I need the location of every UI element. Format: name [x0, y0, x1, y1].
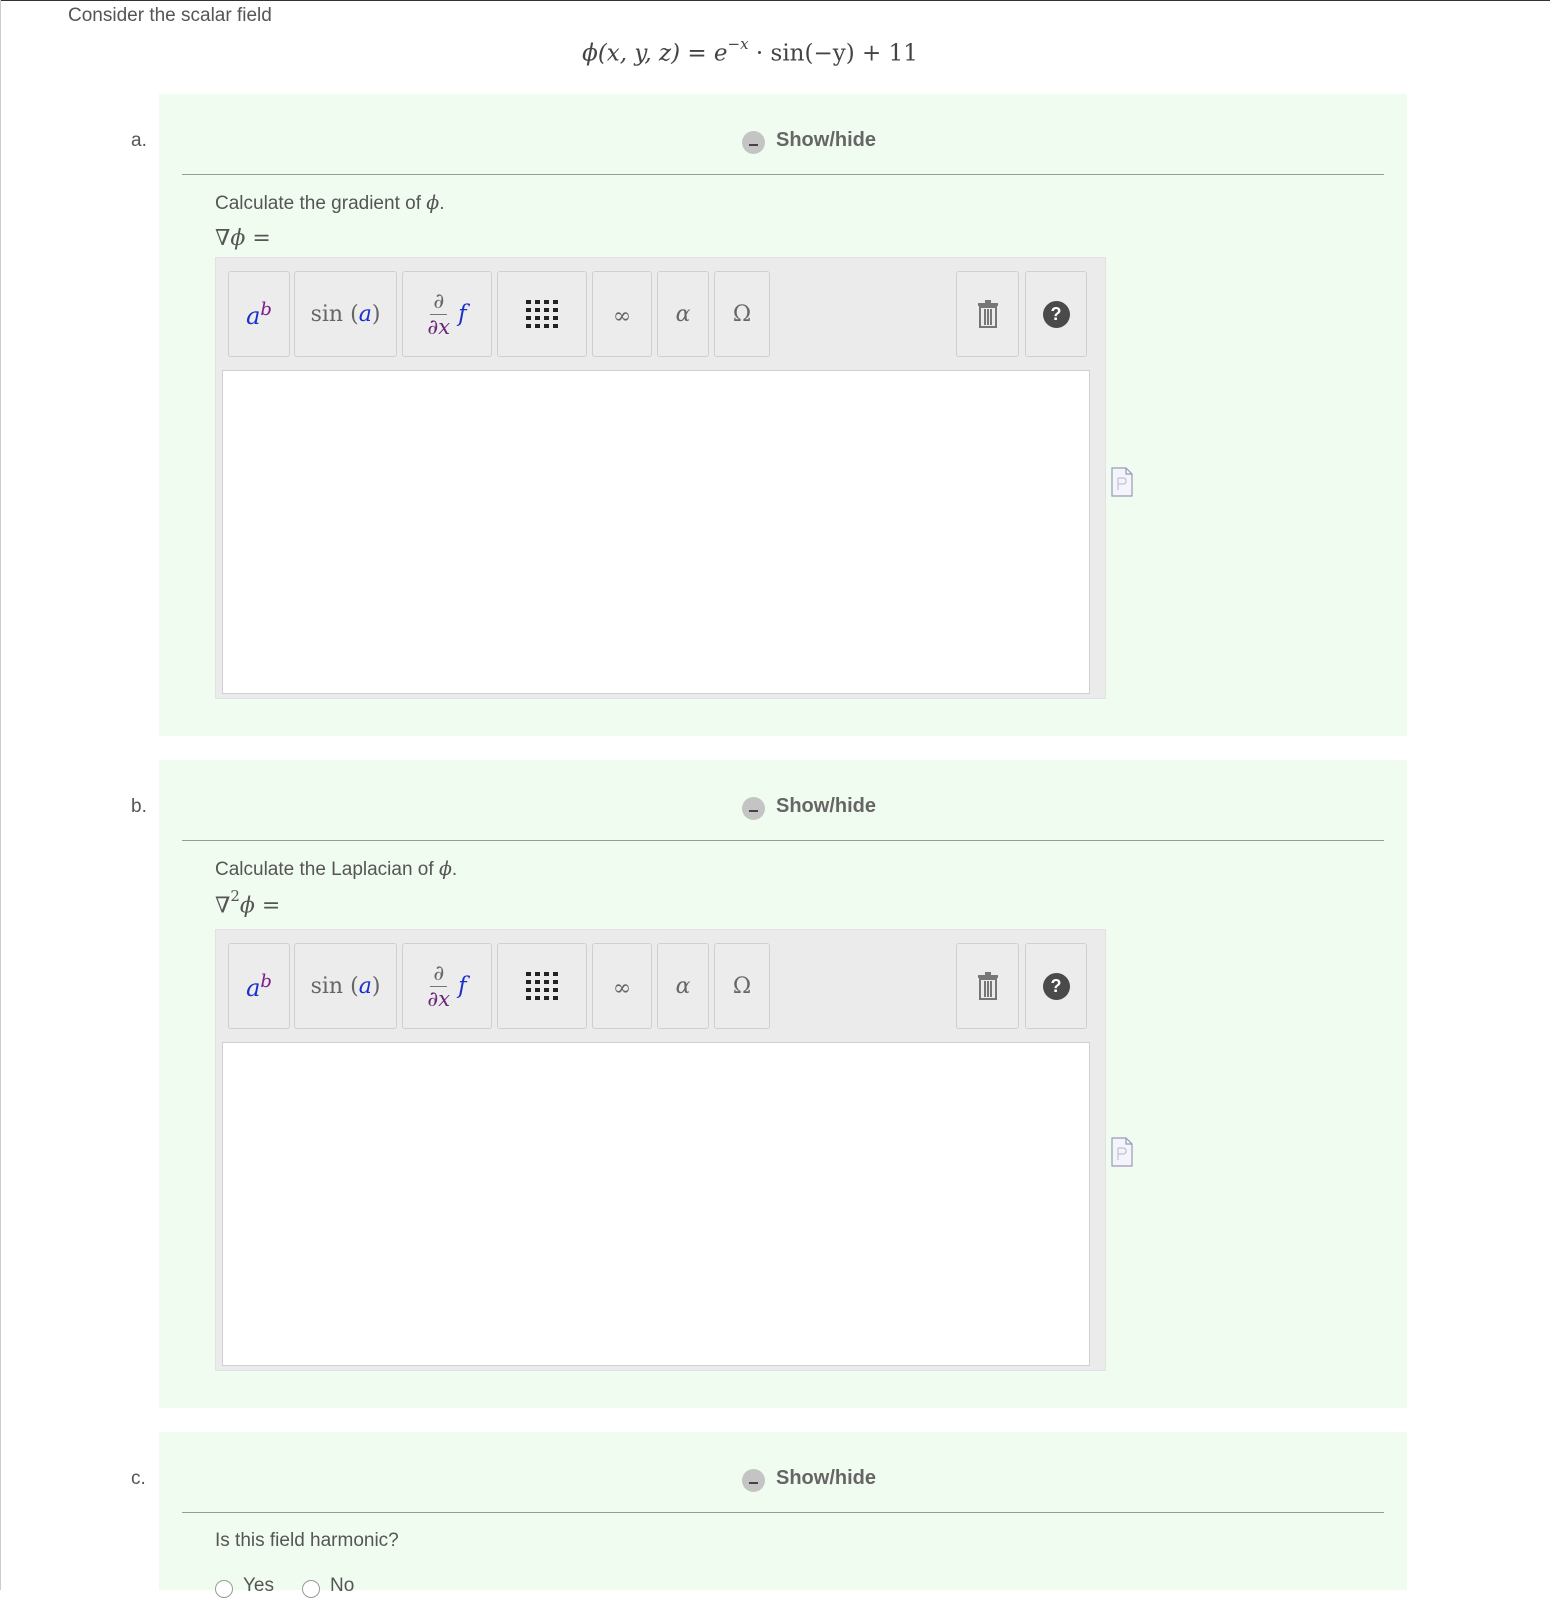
top-border	[0, 0, 1550, 1]
harmonic-options: Yes No	[215, 1574, 382, 1598]
part-a-header: Show/hide	[182, 94, 1384, 175]
clear-button[interactable]	[956, 271, 1019, 357]
show-hide-label: Show/hide	[776, 129, 876, 151]
prompt-text: Calculate the gradient of	[215, 193, 427, 214]
formula-lhs: ϕ(x, y, z) = e	[582, 40, 728, 67]
trash-icon	[977, 972, 998, 1000]
part-c-panel: Show/hide Is this field harmonic? Yes No	[159, 1432, 1407, 1598]
part-b-show-hide-toggle[interactable]: Show/hide	[742, 795, 876, 820]
function-button[interactable]: sin (a)	[294, 943, 397, 1029]
minus-circle-icon	[742, 131, 765, 154]
part-a-math-editor: ab sin (a) ∂ ∂x f ∞ α Ω ?	[215, 257, 1106, 699]
help-icon: ?	[1042, 972, 1070, 1000]
document-icon[interactable]	[1111, 1137, 1133, 1167]
help-icon: ?	[1042, 300, 1070, 328]
power-exponent: b	[260, 298, 272, 320]
part-c-prompt: Is this field harmonic?	[215, 1530, 399, 1551]
sin-fn: sin	[310, 301, 344, 327]
matrix-button[interactable]	[497, 271, 587, 357]
part-c-header: Show/hide	[182, 1432, 1384, 1513]
sin-fn: sin	[310, 973, 344, 999]
part-a-prompt: Calculate the gradient of ϕ.	[215, 192, 444, 215]
minus-circle-icon	[742, 797, 765, 820]
infinity-button[interactable]: ∞	[592, 271, 652, 357]
omega-symbol: Ω	[732, 301, 752, 327]
deriv-numerator: ∂	[430, 290, 448, 315]
sin-close: )	[371, 973, 381, 999]
power-exponent: b	[260, 970, 272, 992]
no-label: No	[330, 1575, 355, 1596]
part-b-prompt: Calculate the Laplacian of ϕ.	[215, 858, 457, 881]
part-a-answer-label: ∇ϕ =	[215, 226, 271, 251]
part-b-header: Show/hide	[182, 760, 1384, 841]
scalar-field-formula: ϕ(x, y, z) = e−x · sin(−y) + 11	[0, 35, 1500, 67]
power-base: a	[246, 301, 261, 330]
matrix-button[interactable]	[497, 943, 587, 1029]
sin-arg: a	[358, 301, 372, 327]
matrix-icon	[526, 300, 558, 328]
part-a-show-hide-toggle[interactable]: Show/hide	[742, 129, 876, 154]
derivative-button[interactable]: ∂ ∂x f	[402, 271, 492, 357]
part-b-panel: Show/hide Calculate the Laplacian of ϕ. …	[159, 760, 1407, 1408]
part-b-math-editor: ab sin (a) ∂ ∂x f ∞ α Ω ?	[215, 929, 1106, 1371]
clear-button[interactable]	[956, 943, 1019, 1029]
sin-open: (	[350, 973, 359, 999]
alpha-symbol: α	[675, 301, 691, 327]
prompt-symbol: ϕ	[426, 192, 440, 214]
sin-close: )	[371, 301, 381, 327]
derivative-button[interactable]: ∂ ∂x f	[402, 943, 492, 1029]
infinity-symbol: ∞	[612, 976, 632, 1001]
greek-letters-button[interactable]: α	[657, 271, 709, 357]
part-b-answer-label: ∇2ϕ =	[215, 887, 281, 919]
show-hide-label: Show/hide	[776, 1467, 876, 1489]
special-symbols-button[interactable]: Ω	[714, 271, 770, 357]
deriv-denominator: ∂x	[427, 314, 451, 339]
power-button[interactable]: ab	[228, 943, 290, 1029]
infinity-button[interactable]: ∞	[592, 943, 652, 1029]
part-b-letter: b.	[131, 796, 147, 817]
function-button[interactable]: sin (a)	[294, 271, 397, 357]
part-a-panel: Show/hide Calculate the gradient of ϕ. ∇…	[159, 94, 1407, 736]
alpha-symbol: α	[675, 973, 691, 999]
yes-label: Yes	[243, 1575, 274, 1596]
matrix-icon	[526, 972, 558, 1000]
laplacian-exponent: 2	[230, 887, 240, 905]
help-button[interactable]: ?	[1025, 271, 1087, 357]
prompt-symbol: ϕ	[438, 858, 452, 880]
minus-circle-icon	[742, 1469, 765, 1492]
infinity-symbol: ∞	[612, 304, 632, 329]
yes-radio[interactable]	[215, 1580, 233, 1598]
deriv-function: f	[458, 301, 467, 327]
deriv-function: f	[458, 973, 467, 999]
help-button[interactable]: ?	[1025, 943, 1087, 1029]
special-symbols-button[interactable]: Ω	[714, 943, 770, 1029]
show-hide-label: Show/hide	[776, 795, 876, 817]
deriv-denominator: ∂x	[427, 986, 451, 1011]
trash-icon	[977, 300, 998, 328]
sin-open: (	[350, 301, 359, 327]
no-radio[interactable]	[302, 1580, 320, 1598]
intro-text: Consider the scalar field	[68, 5, 272, 26]
left-border	[0, 0, 1, 1590]
part-c-show-hide-toggle[interactable]: Show/hide	[742, 1467, 876, 1492]
prompt-end: .	[451, 859, 458, 880]
sin-arg: a	[358, 973, 372, 999]
formula-rhs: · sin(−y) + 11	[748, 40, 918, 67]
part-c-letter: c.	[131, 1468, 146, 1489]
omega-symbol: Ω	[732, 973, 752, 999]
part-b-answer-input[interactable]	[222, 1042, 1090, 1366]
power-base: a	[246, 973, 261, 1002]
deriv-numerator: ∂	[430, 962, 448, 987]
prompt-text: Calculate the Laplacian of	[215, 859, 439, 880]
laplacian-rest: ϕ =	[239, 893, 281, 919]
power-button[interactable]: ab	[228, 271, 290, 357]
prompt-end: .	[439, 193, 445, 214]
nabla-symbol: ∇	[215, 893, 231, 919]
part-a-letter: a.	[131, 130, 147, 151]
greek-letters-button[interactable]: α	[657, 943, 709, 1029]
document-icon[interactable]	[1111, 467, 1133, 497]
formula-exponent: −x	[727, 35, 749, 53]
part-a-answer-input[interactable]	[222, 370, 1090, 694]
